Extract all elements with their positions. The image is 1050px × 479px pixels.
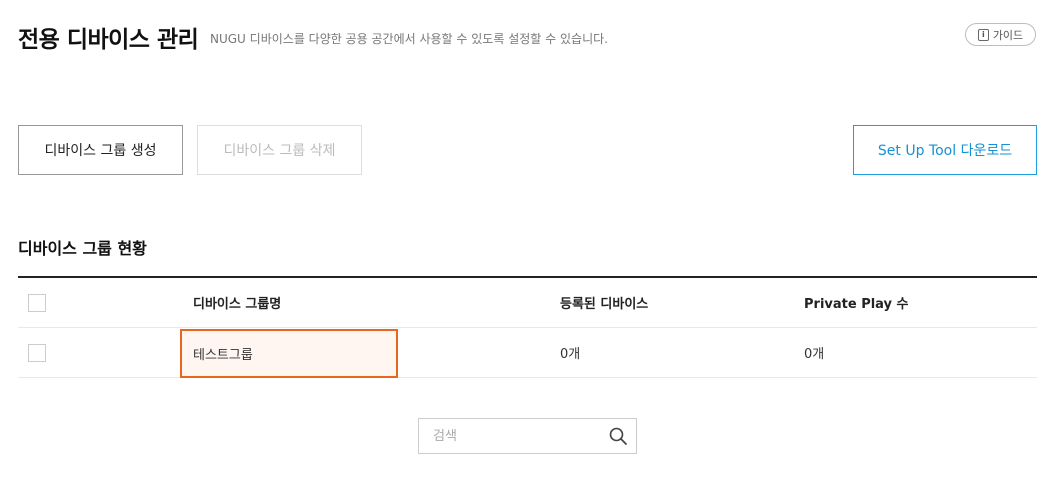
search-button[interactable]: [608, 426, 628, 446]
search-box: [418, 418, 637, 454]
guide-label: 가이드: [992, 28, 1024, 42]
table-header-row: 디바이스 그룹명 등록된 디바이스 Private Play 수: [18, 278, 1037, 328]
row-device-count: 0개: [560, 347, 581, 362]
search-icon: [609, 427, 627, 445]
select-all-checkbox[interactable]: [28, 293, 46, 312]
header-checkbox-cell: [28, 278, 46, 327]
guide-button[interactable]: i 가이드: [965, 23, 1036, 46]
info-icon: i: [977, 28, 989, 41]
page-subtitle: NUGU 디바이스를 다양한 공용 공간에서 사용할 수 있도록 설정할 수 있…: [210, 32, 608, 46]
row-checkbox[interactable]: [28, 343, 46, 362]
setup-tool-download-button[interactable]: Set Up Tool 다운로드: [853, 125, 1037, 175]
column-header-devices: 등록된 디바이스: [560, 297, 649, 312]
row-checkbox-cell: [28, 328, 46, 377]
group-name-link[interactable]: 테스트그룹: [180, 329, 398, 378]
search-input[interactable]: [419, 419, 599, 453]
table-row: 테스트그룹 0개 0개: [18, 328, 1037, 378]
column-header-private-play: Private Play 수: [804, 297, 909, 312]
column-header-name: 디바이스 그룹명: [193, 297, 282, 312]
page: 전용 디바이스 관리 NUGU 디바이스를 다양한 공용 공간에서 사용할 수 …: [0, 0, 1050, 479]
row-private-play-count: 0개: [804, 347, 825, 362]
device-group-table: 디바이스 그룹명 등록된 디바이스 Private Play 수 테스트그룹 0…: [18, 276, 1037, 378]
delete-device-group-button[interactable]: 디바이스 그룹 삭제: [197, 125, 362, 175]
section-title: 디바이스 그룹 현황: [18, 239, 147, 258]
page-title: 전용 디바이스 관리: [18, 27, 199, 53]
create-device-group-button[interactable]: 디바이스 그룹 생성: [18, 125, 183, 175]
